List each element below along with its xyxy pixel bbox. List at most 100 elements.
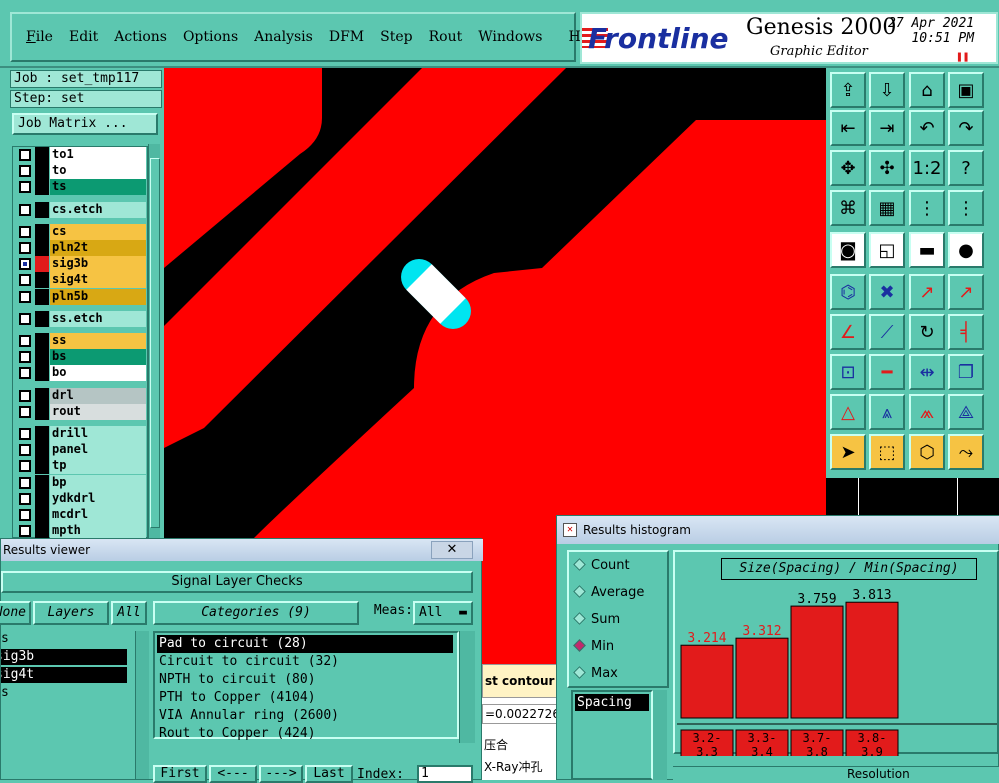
layer-name[interactable]: panel [50, 442, 146, 459]
copy-button[interactable]: ❐ [948, 354, 984, 390]
category-item[interactable]: VIA Annular ring (2600) [157, 707, 453, 725]
menu-windows[interactable]: Windows [478, 29, 542, 45]
right-button[interactable]: ⇥ [869, 110, 905, 146]
layer-checkbox[interactable] [19, 460, 31, 473]
layer-color-swatch[interactable] [35, 442, 49, 459]
net-button[interactable]: ⋮ [909, 190, 945, 226]
layer-row-ss-etch[interactable]: ss.etch [15, 310, 147, 327]
layer-checkbox[interactable] [19, 444, 31, 457]
layer-row-sig4t[interactable]: sig4t [15, 272, 147, 289]
tri4-button[interactable]: ⟁ [948, 394, 984, 430]
layer-checkbox[interactable] [19, 165, 31, 178]
layer-color-swatch[interactable] [35, 349, 49, 366]
layer-row-pln5b[interactable]: pln5b [15, 288, 147, 305]
layer-color-swatch[interactable] [35, 474, 49, 491]
layer-checkbox[interactable] [19, 312, 31, 325]
scroll-thumb[interactable] [150, 158, 160, 528]
layer-color-swatch[interactable] [35, 288, 49, 305]
help-button[interactable]: ? [948, 150, 984, 186]
mirror-button[interactable]: ╡ [948, 314, 984, 350]
layer-row-mpth[interactable]: mpth [15, 523, 147, 540]
radio-count[interactable]: Count [573, 558, 630, 573]
layer-name[interactable]: cs [50, 223, 146, 240]
layer-row-ydkdrl[interactable]: ydkdrl [15, 490, 147, 507]
layer-color-swatch[interactable] [35, 223, 49, 240]
layer-name[interactable]: pln2t [50, 240, 146, 256]
layer-name[interactable]: mcdrl [50, 507, 146, 523]
menu-options[interactable]: Options [183, 29, 238, 45]
move-button[interactable]: ↗ [909, 274, 945, 310]
layer-checkbox[interactable] [19, 258, 31, 271]
measure-button[interactable]: ⌘ [830, 190, 866, 226]
radio-sum[interactable]: Sum [573, 612, 620, 627]
layer-checkbox[interactable] [19, 242, 31, 254]
tab-categories[interactable]: Categories (9) [153, 601, 359, 625]
layer-checkbox[interactable] [19, 225, 31, 238]
layer-row-to[interactable]: to [15, 163, 147, 180]
first-button[interactable]: First [153, 765, 207, 783]
ruler-button[interactable]: ▬ [909, 232, 945, 268]
layer-name[interactable]: cs.etch [50, 201, 146, 218]
layer-color-swatch[interactable] [35, 387, 49, 404]
layer-name[interactable]: tp [50, 458, 146, 475]
layer-color-swatch[interactable] [35, 523, 49, 540]
layer-color-swatch[interactable] [35, 256, 49, 273]
close-button[interactable]: ✕ [431, 541, 473, 559]
cross-button[interactable]: ✖ [869, 274, 905, 310]
layer-row-bp[interactable]: bp [15, 474, 147, 491]
histogram-bar[interactable] [680, 644, 734, 719]
layer-row-pln2t[interactable]: pln2t [15, 240, 147, 256]
zoom-button[interactable]: ✣ [869, 150, 905, 186]
tri1-button[interactable]: △ [830, 394, 866, 430]
select-box-button[interactable]: ⬚ [869, 434, 905, 470]
layer-name[interactable]: mpth [50, 523, 146, 540]
layer-row-mcdrl[interactable]: mcdrl [15, 507, 147, 523]
next-button[interactable]: ---> [259, 765, 303, 783]
layer-name[interactable]: rout [50, 403, 146, 420]
layer-name[interactable]: ydkdrl [50, 490, 146, 507]
category-item[interactable]: Pad to circuit (28) [157, 635, 453, 653]
layer-name[interactable]: to [50, 163, 146, 180]
down-arrow-button[interactable]: ⇩ [869, 72, 905, 108]
layer-color-swatch[interactable] [35, 201, 49, 218]
layer-color-swatch[interactable] [35, 507, 49, 523]
layer-list-scrollbar[interactable] [148, 144, 160, 538]
layer-name[interactable]: sig3b [50, 256, 146, 273]
radio-max[interactable]: Max [573, 666, 618, 681]
measure-item-spacing[interactable]: Spacing [575, 694, 649, 711]
layer-row-to1[interactable]: to1 [15, 147, 147, 163]
layer-color-swatch[interactable] [35, 240, 49, 256]
result-layer-item[interactable]: sig3b [1, 649, 127, 665]
menu-edit[interactable]: Edit [69, 29, 98, 45]
result-layer-item[interactable]: s [1, 631, 127, 647]
layer-color-swatch[interactable] [35, 490, 49, 507]
select-net-button[interactable]: ⤳ [948, 434, 984, 470]
meas-dropdown[interactable]: All ▬ [413, 601, 473, 625]
layer-color-swatch[interactable] [35, 163, 49, 180]
layer-name[interactable]: pln5b [50, 288, 146, 305]
layer-name[interactable]: to1 [50, 147, 146, 163]
radio-average[interactable]: Average [573, 585, 644, 600]
layer-name[interactable]: bp [50, 474, 146, 491]
snap-button[interactable]: ⊡ [830, 354, 866, 390]
layer-checkbox[interactable] [19, 351, 31, 364]
category-scrollbar[interactable] [459, 631, 475, 743]
menu-dfm[interactable]: DFM [329, 29, 364, 45]
layer-checkbox[interactable] [19, 335, 31, 347]
left-button[interactable]: ⇤ [830, 110, 866, 146]
layer-row-cs-etch[interactable]: cs.etch [15, 201, 147, 218]
result-layer-item[interactable]: s [1, 685, 127, 701]
layer-checkbox[interactable] [19, 428, 31, 440]
layer-name[interactable]: ss.etch [50, 310, 146, 327]
window-button[interactable]: ▣ [948, 72, 984, 108]
layer-list-scrollbar[interactable] [135, 631, 149, 779]
layer-name[interactable]: bo [50, 365, 146, 382]
select-button[interactable]: ➤ [830, 434, 866, 470]
layer-row-tp[interactable]: tp [15, 458, 147, 475]
layer-name[interactable]: bs [50, 349, 146, 366]
layer-name[interactable]: drill [50, 426, 146, 442]
pad-add-button[interactable]: ◙ [830, 232, 866, 268]
layer-row-cs[interactable]: cs [15, 223, 147, 240]
layer-name[interactable]: sig4t [50, 272, 146, 289]
layer-name[interactable]: drl [50, 387, 146, 404]
